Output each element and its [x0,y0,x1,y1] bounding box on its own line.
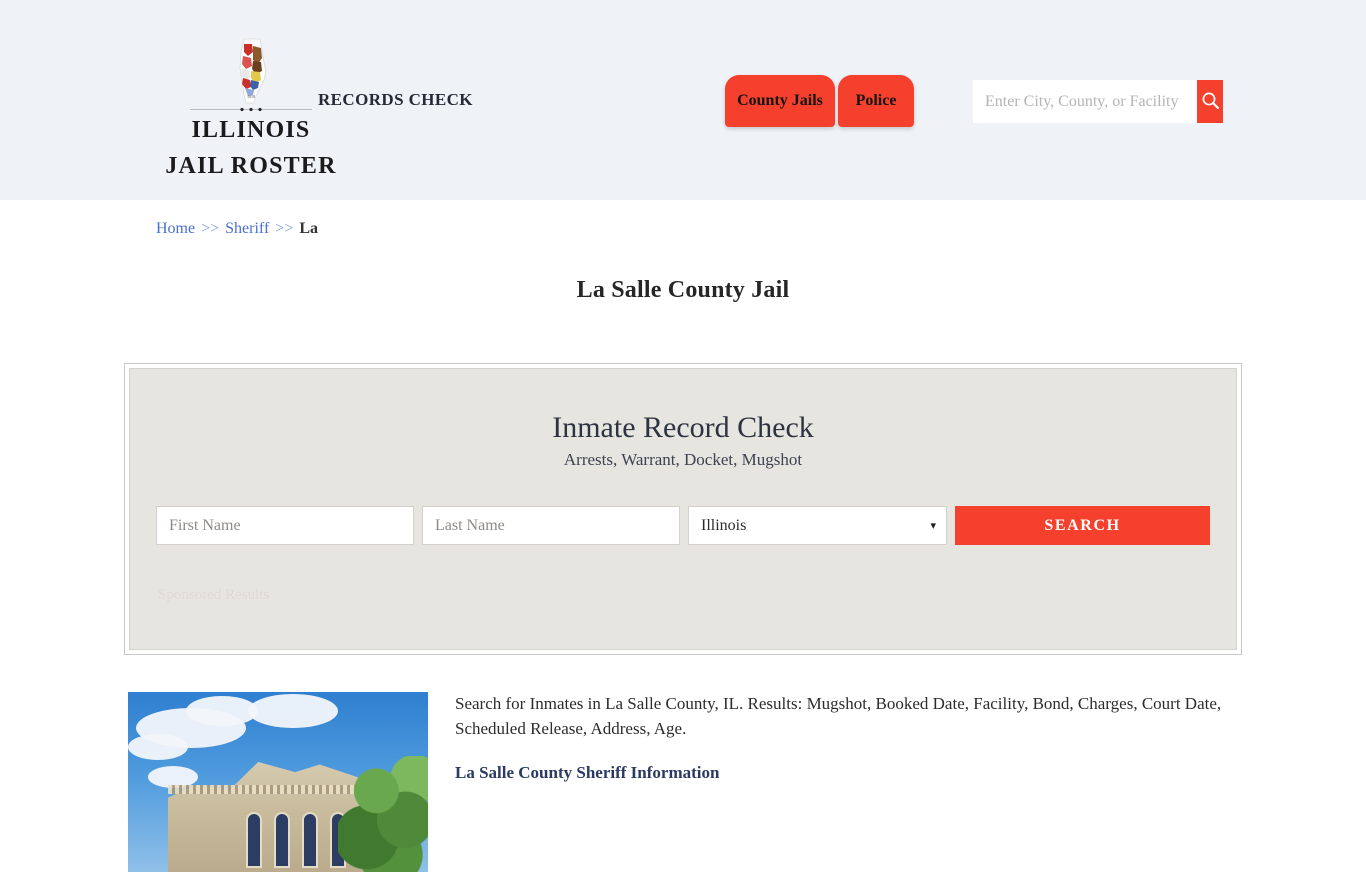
breadcrumb-item-current: La [299,220,319,237]
search-icon [1201,91,1220,113]
header-search-input[interactable] [973,80,1197,123]
state-select[interactable]: Illinois [688,506,947,545]
header-search [973,80,1223,123]
state-select-wrap: Illinois ▾ [688,506,947,545]
inmate-record-check-panel: Inmate Record Check Arrests, Warrant, Do… [124,363,1242,655]
breadcrumb-separator: >> [275,220,294,237]
jail-info-text: Search for Inmates in La Salle County, I… [455,692,1243,872]
inmate-search-form: Illinois ▾ SEARCH [156,506,1210,545]
breadcrumb-separator: >> [201,220,220,237]
breadcrumb: Home >> Sheriff >> La [123,200,1243,238]
jail-info-row: Search for Inmates in La Salle County, I… [123,692,1243,872]
header-inner: 1818 ILLINOIS JAIL ROSTER RECORDS CHECK … [123,0,1243,200]
illinois-state-flag-icon: 1818 [220,38,282,104]
site-header: 1818 ILLINOIS JAIL ROSTER RECORDS CHECK … [0,0,1366,200]
panel-title: Inmate Record Check [552,411,814,444]
sponsored-results-label: Sponsored Results [158,587,270,603]
nav-item-county-jails[interactable]: County Jails [725,75,835,127]
logo-divider [190,109,312,110]
first-name-input[interactable] [156,506,414,545]
site-tagline: RECORDS CHECK [318,90,473,109]
header-search-button[interactable] [1197,80,1223,123]
breadcrumb-item-home[interactable]: Home [156,220,195,237]
panel-subtitle: Arrests, Warrant, Docket, Mugshot [563,450,803,469]
sheriff-info-heading: La Salle County Sheriff Information [455,762,720,782]
inmate-record-check-inner: Inmate Record Check Arrests, Warrant, Do… [129,368,1237,650]
main-nav: County Jails Police [725,75,914,127]
jail-description: Search for Inmates in La Salle County, I… [455,694,1222,738]
main-content: Home >> Sheriff >> La La Salle County Jail I… [123,200,1243,872]
page-title: La Salle County Jail [576,277,790,303]
courthouse-photo [128,692,428,872]
search-button[interactable]: SEARCH [955,506,1210,545]
logo-line-2: JAIL ROSTER [165,152,337,179]
breadcrumb-item-sheriff[interactable]: Sheriff [225,220,269,237]
svg-text:1818: 1818 [247,94,255,99]
last-name-input[interactable] [422,506,680,545]
logo-line-1: ILLINOIS [191,117,311,143]
nav-item-police[interactable]: Police [838,75,914,127]
